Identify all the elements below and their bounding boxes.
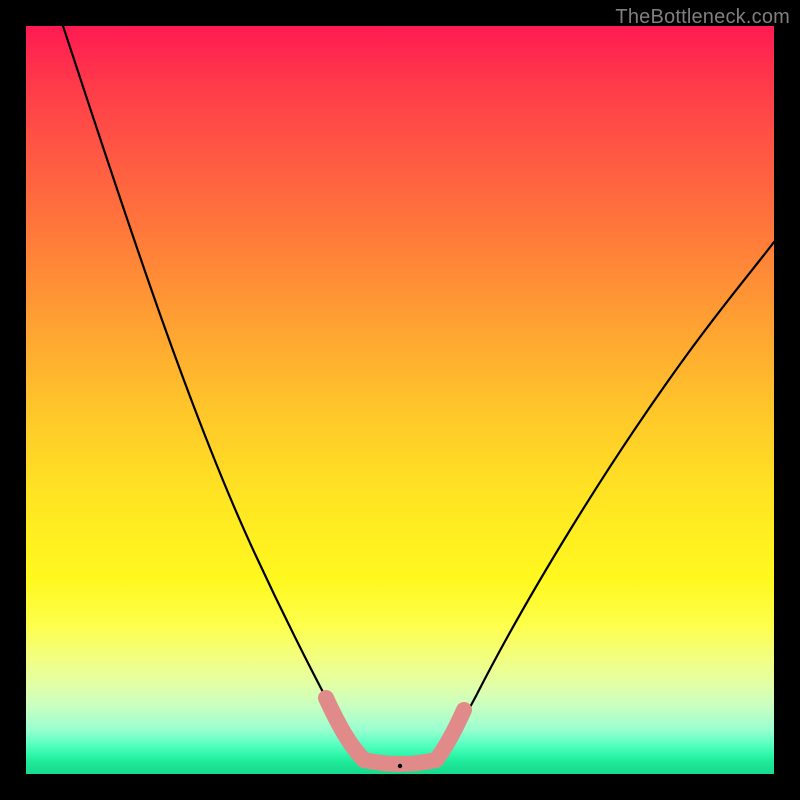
marker-bottom — [364, 760, 436, 764]
bottleneck-curve-left — [63, 26, 364, 760]
plot-area — [26, 26, 774, 774]
marker-right — [436, 710, 464, 760]
bottleneck-curve-right — [436, 242, 774, 760]
chart-frame: TheBottleneck.com — [0, 0, 800, 800]
marker-left — [326, 698, 364, 760]
min-point — [398, 764, 402, 768]
curves-svg — [26, 26, 774, 774]
